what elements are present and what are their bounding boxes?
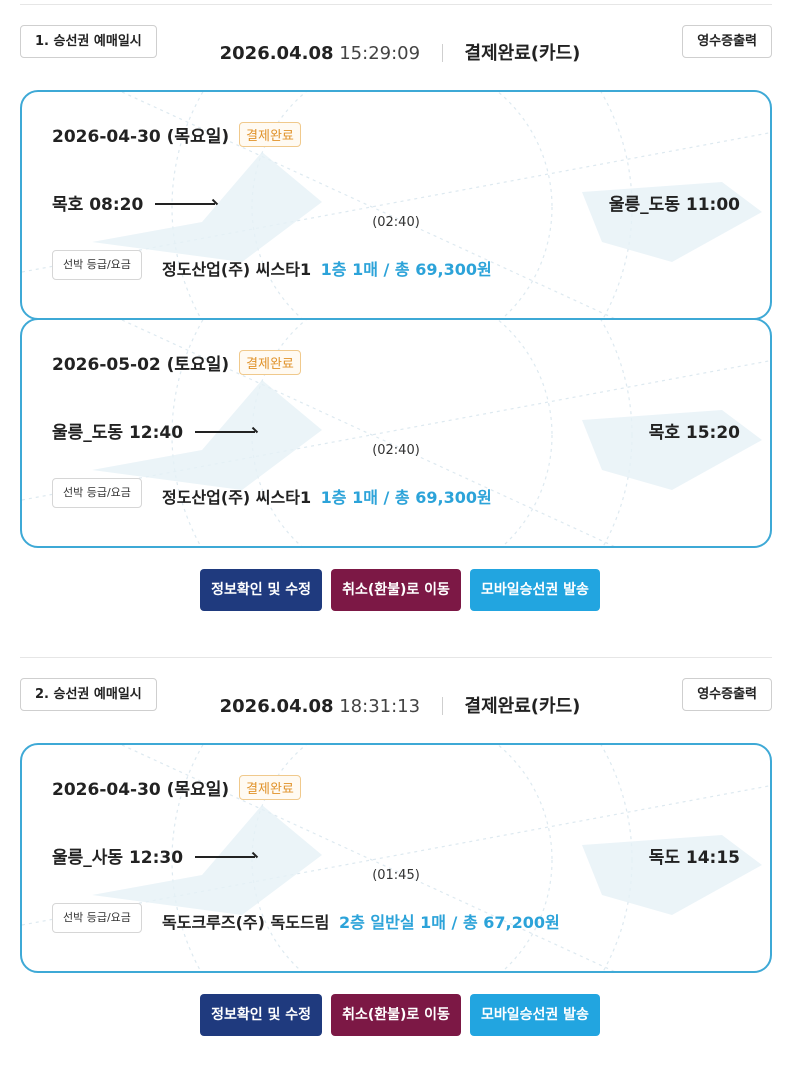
ship-grade-fare-button[interactable]: 선박 등급/요금 [52,250,142,280]
duration: (01:45) [372,868,420,883]
fare-info: 1층 1매 / 총 69,300원 [320,488,492,507]
ship-grade-fare-button[interactable]: 선박 등급/요금 [52,478,142,508]
sail-date: 2026-04-30 (목요일) 결제완료 [52,122,301,147]
departure-text: 울릉_사동 12:30 [52,848,184,868]
booking-summary: 2026.04.08 15:29:09 결제완료(카드) [0,39,800,65]
arrow-right-icon [195,431,256,433]
ship-info: 정도산업(주) 씨스타1 1층 1매 / 총 69,300원 [162,484,492,508]
booking-actions: 정보확인 및 수정 취소(환불)로 이동 모바일승선권 발송 [0,994,800,1036]
departure: 울릉_사동 12:30 [52,843,256,868]
payment-status: 결제완료(카드) [464,43,581,64]
section-divider [20,657,772,658]
booking-actions: 정보확인 및 수정 취소(환불)로 이동 모바일승선권 발송 [0,569,800,611]
arrival: 울릉_도동 11:00 [608,195,740,215]
summary-separator [441,697,443,715]
arrow-right-icon [155,203,216,205]
booking-time: 15:29:09 [339,43,421,64]
ship-name: 독도크루즈(주) 독도드림 [162,913,330,932]
payment-status: 결제완료(카드) [464,696,581,717]
mobile-ticket-button[interactable]: 모바일승선권 발송 [470,994,600,1036]
departure: 목호 08:20 [52,190,216,215]
status-badge: 결제완료 [239,350,301,375]
sail-date: 2026-04-30 (목요일) 결제완료 [52,775,301,800]
receipt-print-button[interactable]: 영수증출력 [682,678,772,711]
arrival: 독도 14:15 [648,848,740,868]
summary-separator [441,44,443,62]
booking-time: 18:31:13 [339,696,421,717]
fare-info: 2층 일반실 1매 / 총 67,200원 [338,913,560,932]
ship-name: 정도산업(주) 씨스타1 [162,488,312,507]
ticket-card: 2026-04-30 (목요일) 결제완료 울릉_사동 12:30 독도 14:… [20,743,772,973]
info-edit-button[interactable]: 정보확인 및 수정 [200,569,322,611]
ship-info: 독도크루즈(주) 독도드림 2층 일반실 1매 / 총 67,200원 [162,909,560,933]
receipt-print-button[interactable]: 영수증출력 [682,25,772,58]
mobile-ticket-button[interactable]: 모바일승선권 발송 [470,569,600,611]
info-edit-button[interactable]: 정보확인 및 수정 [200,994,322,1036]
sail-date: 2026-05-02 (토요일) 결제완료 [52,350,301,375]
duration: (02:40) [372,215,420,230]
sail-date-text: 2026-04-30 (목요일) [52,127,230,147]
ship-name: 정도산업(주) 씨스타1 [162,260,312,279]
ship-info: 정도산업(주) 씨스타1 1층 1매 / 총 69,300원 [162,256,492,280]
duration: (02:40) [372,443,420,458]
status-badge: 결제완료 [239,775,301,800]
arrow-right-icon [195,856,256,858]
arrival: 목호 15:20 [648,423,740,443]
ticket-card: 2026-05-02 (토요일) 결제완료 울릉_도동 12:40 목호 15:… [20,318,772,548]
booking-date: 2026.04.08 [219,696,334,717]
status-badge: 결제완료 [239,122,301,147]
fare-info: 1층 1매 / 총 69,300원 [320,260,492,279]
booking-summary: 2026.04.08 18:31:13 결제완료(카드) [0,692,800,718]
sail-date-text: 2026-04-30 (목요일) [52,780,230,800]
ticket-card: 2026-04-30 (목요일) 결제완료 목호 08:20 울릉_도동 11:… [20,90,772,320]
cancel-refund-button[interactable]: 취소(환불)로 이동 [331,569,461,611]
departure-text: 울릉_도동 12:40 [52,423,184,443]
departure: 울릉_도동 12:40 [52,418,256,443]
top-divider [20,4,772,5]
booking-date: 2026.04.08 [219,43,334,64]
sail-date-text: 2026-05-02 (토요일) [52,355,230,375]
cancel-refund-button[interactable]: 취소(환불)로 이동 [331,994,461,1036]
ship-grade-fare-button[interactable]: 선박 등급/요금 [52,903,142,933]
departure-text: 목호 08:20 [52,195,144,215]
